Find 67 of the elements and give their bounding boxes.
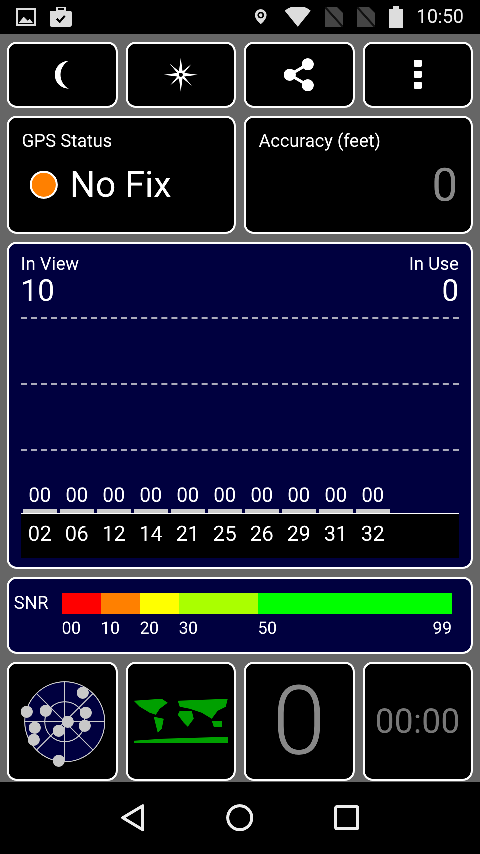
signal-bar <box>282 508 316 512</box>
in-use-label: In Use <box>409 254 459 276</box>
satellite-count: 0 <box>272 674 326 770</box>
signal-value: 00 <box>140 482 162 508</box>
satellite-prn: 32 <box>360 522 386 549</box>
timer-tile[interactable]: 00:00 <box>362 662 473 781</box>
signal-bar <box>171 508 205 512</box>
signal-bar <box>134 508 168 512</box>
snr-scale-label: 00 <box>62 618 82 641</box>
signal-value: 00 <box>288 482 310 508</box>
signal-bar <box>97 508 131 512</box>
no-sim-icon <box>356 7 375 27</box>
more-button[interactable] <box>362 42 473 108</box>
signal-bar <box>208 508 242 512</box>
accuracy-title: Accuracy (feet) <box>259 130 382 154</box>
signal-value: 00 <box>362 482 384 508</box>
in-view-count: 10 <box>21 276 56 306</box>
map-tile[interactable] <box>126 662 236 781</box>
signal-bar <box>356 508 390 512</box>
signal-bar <box>245 508 279 512</box>
signal-bar <box>60 508 94 512</box>
signal-value: 00 <box>324 482 348 508</box>
satellite-prn: 31 <box>323 522 349 549</box>
signal-value: 00 <box>28 482 52 508</box>
gps-status-title: GPS Status <box>22 130 114 154</box>
wifi-icon <box>284 7 311 27</box>
more-icon <box>414 60 422 90</box>
back-icon[interactable] <box>120 804 146 832</box>
snr-scale-label: 20 <box>140 618 160 641</box>
snr-scale-label: 30 <box>179 618 198 641</box>
snr-label: SNR <box>14 595 50 613</box>
satellite-prn: 06 <box>64 522 90 549</box>
no-sim-icon <box>324 7 343 27</box>
accuracy-value: 0 <box>432 163 458 209</box>
satellite-prn: 26 <box>249 522 275 549</box>
count-tile[interactable]: 0 <box>244 662 354 781</box>
image-icon <box>16 8 36 26</box>
signal-bar <box>23 508 57 512</box>
in-use-count: 0 <box>442 276 459 306</box>
satellite-prn: 21 <box>175 522 201 549</box>
snr-scale-label: 99 <box>432 618 452 641</box>
night-button[interactable] <box>7 42 118 108</box>
satellite-prn: 25 <box>212 522 238 549</box>
snr-scale-label: 50 <box>258 618 278 641</box>
compass-button[interactable] <box>126 42 236 108</box>
snr-scale-label: 10 <box>101 618 120 641</box>
satellite-prn: 02 <box>27 522 53 549</box>
signal-value: 00 <box>176 482 200 508</box>
share-button[interactable] <box>244 42 354 108</box>
battery-icon <box>388 6 403 28</box>
satellite-prn: 14 <box>138 522 164 549</box>
clock-time: 10:50 <box>416 4 464 30</box>
recents-icon[interactable] <box>334 805 360 831</box>
signal-value: 00 <box>102 482 126 508</box>
signal-bar <box>319 508 353 512</box>
satellite-prn: 29 <box>286 522 312 549</box>
satellite-prn: 12 <box>101 522 127 549</box>
signal-value: 00 <box>250 482 274 508</box>
briefcase-check-icon <box>50 7 72 27</box>
radar-tile[interactable] <box>7 662 118 781</box>
signal-value: 00 <box>66 482 88 508</box>
timer-text: 00:00 <box>375 704 460 738</box>
signal-value: 00 <box>214 482 236 508</box>
compass-star-icon <box>164 58 198 92</box>
home-icon[interactable] <box>226 804 254 832</box>
gps-status-value: No Fix <box>70 167 172 203</box>
in-view-label: In View <box>21 254 80 276</box>
